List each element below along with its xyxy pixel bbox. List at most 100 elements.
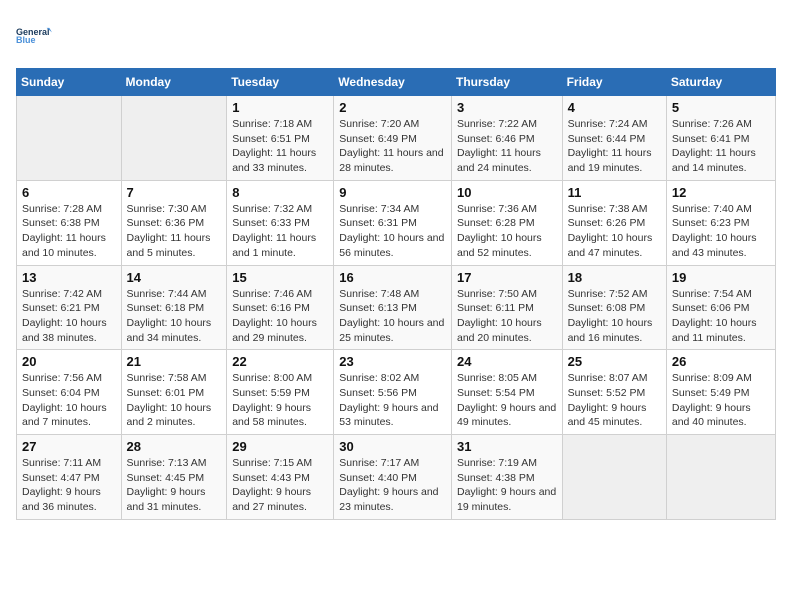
svg-text:Blue: Blue bbox=[16, 35, 36, 45]
day-info: Sunrise: 7:18 AMSunset: 6:51 PMDaylight:… bbox=[232, 117, 328, 176]
column-header-monday: Monday bbox=[121, 69, 227, 96]
column-header-saturday: Saturday bbox=[666, 69, 775, 96]
day-cell: 5 Sunrise: 7:26 AMSunset: 6:41 PMDaylight… bbox=[666, 96, 775, 181]
day-info: Sunrise: 8:00 AMSunset: 5:59 PMDaylight:… bbox=[232, 371, 328, 430]
day-cell: 3 Sunrise: 7:22 AMSunset: 6:46 PMDaylight… bbox=[451, 96, 562, 181]
day-info: Sunrise: 7:32 AMSunset: 6:33 PMDaylight:… bbox=[232, 202, 328, 261]
day-info: Sunrise: 7:48 AMSunset: 6:13 PMDaylight:… bbox=[339, 287, 446, 346]
day-number: 28 bbox=[127, 439, 222, 454]
day-number: 25 bbox=[568, 354, 661, 369]
page-header: General Blue bbox=[16, 16, 776, 56]
day-info: Sunrise: 7:44 AMSunset: 6:18 PMDaylight:… bbox=[127, 287, 222, 346]
day-cell: 11Sunrise: 7:38 AMSunset: 6:26 PMDayligh… bbox=[562, 180, 666, 265]
day-number: 11 bbox=[568, 185, 661, 200]
day-info: Sunrise: 7:11 AMSunset: 4:47 PMDaylight:… bbox=[22, 456, 116, 515]
day-cell: 16 Sunrise: 7:48 AMSunset: 6:13 PMDayligh… bbox=[334, 265, 452, 350]
day-number: 27 bbox=[22, 439, 116, 454]
day-number: 23 bbox=[339, 354, 446, 369]
day-number: 5 bbox=[672, 100, 770, 115]
day-info: Sunrise: 7:30 AMSunset: 6:36 PMDaylight:… bbox=[127, 202, 222, 261]
day-number: 16 bbox=[339, 270, 446, 285]
day-number: 31 bbox=[457, 439, 557, 454]
day-number: 9 bbox=[339, 185, 446, 200]
day-info: Sunrise: 7:34 AMSunset: 6:31 PMDaylight:… bbox=[339, 202, 446, 261]
week-row-5: 27 Sunrise: 7:11 AMSunset: 4:47 PMDayligh… bbox=[17, 435, 776, 520]
day-cell bbox=[666, 435, 775, 520]
day-number: 20 bbox=[22, 354, 116, 369]
header-row: SundayMondayTuesdayWednesdayThursdayFrid… bbox=[17, 69, 776, 96]
day-info: Sunrise: 7:36 AMSunset: 6:28 PMDaylight:… bbox=[457, 202, 557, 261]
day-info: Sunrise: 7:52 AMSunset: 6:08 PMDaylight:… bbox=[568, 287, 661, 346]
day-number: 6 bbox=[22, 185, 116, 200]
day-number: 8 bbox=[232, 185, 328, 200]
day-number: 24 bbox=[457, 354, 557, 369]
day-number: 14 bbox=[127, 270, 222, 285]
column-header-tuesday: Tuesday bbox=[227, 69, 334, 96]
day-cell: 18 Sunrise: 7:52 AMSunset: 6:08 PMDayligh… bbox=[562, 265, 666, 350]
day-number: 7 bbox=[127, 185, 222, 200]
day-cell: 12Sunrise: 7:40 AMSunset: 6:23 PMDayligh… bbox=[666, 180, 775, 265]
logo-svg: General Blue bbox=[16, 16, 52, 56]
day-cell bbox=[121, 96, 227, 181]
day-cell: 23 Sunrise: 8:02 AMSunset: 5:56 PMDayligh… bbox=[334, 350, 452, 435]
day-info: Sunrise: 8:09 AMSunset: 5:49 PMDaylight:… bbox=[672, 371, 770, 430]
day-cell: 1 Sunrise: 7:18 AMSunset: 6:51 PMDaylight… bbox=[227, 96, 334, 181]
day-cell: 25Sunrise: 8:07 AMSunset: 5:52 PMDayligh… bbox=[562, 350, 666, 435]
day-cell: 26 Sunrise: 8:09 AMSunset: 5:49 PMDayligh… bbox=[666, 350, 775, 435]
day-info: Sunrise: 7:56 AMSunset: 6:04 PMDaylight:… bbox=[22, 371, 116, 430]
day-info: Sunrise: 7:15 AMSunset: 4:43 PMDaylight:… bbox=[232, 456, 328, 515]
day-number: 30 bbox=[339, 439, 446, 454]
day-info: Sunrise: 7:54 AMSunset: 6:06 PMDaylight:… bbox=[672, 287, 770, 346]
week-row-3: 13 Sunrise: 7:42 AMSunset: 6:21 PMDayligh… bbox=[17, 265, 776, 350]
day-cell bbox=[17, 96, 122, 181]
week-row-4: 20 Sunrise: 7:56 AMSunset: 6:04 PMDayligh… bbox=[17, 350, 776, 435]
day-number: 1 bbox=[232, 100, 328, 115]
day-cell: 22 Sunrise: 8:00 AMSunset: 5:59 PMDayligh… bbox=[227, 350, 334, 435]
day-cell: 15 Sunrise: 7:46 AMSunset: 6:16 PMDayligh… bbox=[227, 265, 334, 350]
day-number: 26 bbox=[672, 354, 770, 369]
calendar-table: SundayMondayTuesdayWednesdayThursdayFrid… bbox=[16, 68, 776, 520]
day-cell: 27 Sunrise: 7:11 AMSunset: 4:47 PMDayligh… bbox=[17, 435, 122, 520]
day-number: 19 bbox=[672, 270, 770, 285]
day-number: 22 bbox=[232, 354, 328, 369]
column-header-friday: Friday bbox=[562, 69, 666, 96]
week-row-1: 1 Sunrise: 7:18 AMSunset: 6:51 PMDaylight… bbox=[17, 96, 776, 181]
day-number: 10 bbox=[457, 185, 557, 200]
day-info: Sunrise: 7:22 AMSunset: 6:46 PMDaylight:… bbox=[457, 117, 557, 176]
day-cell: 2Sunrise: 7:20 AMSunset: 6:49 PMDaylight… bbox=[334, 96, 452, 181]
day-cell: 24 Sunrise: 8:05 AMSunset: 5:54 PMDayligh… bbox=[451, 350, 562, 435]
day-number: 4 bbox=[568, 100, 661, 115]
day-cell: 19 Sunrise: 7:54 AMSunset: 6:06 PMDayligh… bbox=[666, 265, 775, 350]
day-info: Sunrise: 8:05 AMSunset: 5:54 PMDaylight:… bbox=[457, 371, 557, 430]
day-info: Sunrise: 7:26 AMSunset: 6:41 PMDaylight:… bbox=[672, 117, 770, 176]
day-cell: 20 Sunrise: 7:56 AMSunset: 6:04 PMDayligh… bbox=[17, 350, 122, 435]
day-info: Sunrise: 7:50 AMSunset: 6:11 PMDaylight:… bbox=[457, 287, 557, 346]
column-header-sunday: Sunday bbox=[17, 69, 122, 96]
day-number: 13 bbox=[22, 270, 116, 285]
day-info: Sunrise: 7:28 AMSunset: 6:38 PMDaylight:… bbox=[22, 202, 116, 261]
day-number: 18 bbox=[568, 270, 661, 285]
column-header-wednesday: Wednesday bbox=[334, 69, 452, 96]
day-info: Sunrise: 7:58 AMSunset: 6:01 PMDaylight:… bbox=[127, 371, 222, 430]
week-row-2: 6 Sunrise: 7:28 AMSunset: 6:38 PMDaylight… bbox=[17, 180, 776, 265]
day-cell: 10 Sunrise: 7:36 AMSunset: 6:28 PMDayligh… bbox=[451, 180, 562, 265]
day-info: Sunrise: 7:42 AMSunset: 6:21 PMDaylight:… bbox=[22, 287, 116, 346]
day-info: Sunrise: 8:02 AMSunset: 5:56 PMDaylight:… bbox=[339, 371, 446, 430]
day-cell: 7 Sunrise: 7:30 AMSunset: 6:36 PMDaylight… bbox=[121, 180, 227, 265]
day-cell: 14 Sunrise: 7:44 AMSunset: 6:18 PMDayligh… bbox=[121, 265, 227, 350]
day-info: Sunrise: 7:46 AMSunset: 6:16 PMDaylight:… bbox=[232, 287, 328, 346]
day-number: 3 bbox=[457, 100, 557, 115]
day-cell: 9 Sunrise: 7:34 AMSunset: 6:31 PMDaylight… bbox=[334, 180, 452, 265]
day-info: Sunrise: 7:17 AMSunset: 4:40 PMDaylight:… bbox=[339, 456, 446, 515]
day-cell: 29 Sunrise: 7:15 AMSunset: 4:43 PMDayligh… bbox=[227, 435, 334, 520]
day-number: 29 bbox=[232, 439, 328, 454]
day-number: 21 bbox=[127, 354, 222, 369]
day-cell: 30 Sunrise: 7:17 AMSunset: 4:40 PMDayligh… bbox=[334, 435, 452, 520]
day-cell bbox=[562, 435, 666, 520]
day-info: Sunrise: 7:19 AMSunset: 4:38 PMDaylight:… bbox=[457, 456, 557, 515]
day-cell: 4Sunrise: 7:24 AMSunset: 6:44 PMDaylight… bbox=[562, 96, 666, 181]
day-cell: 13 Sunrise: 7:42 AMSunset: 6:21 PMDayligh… bbox=[17, 265, 122, 350]
day-number: 15 bbox=[232, 270, 328, 285]
day-number: 12 bbox=[672, 185, 770, 200]
day-info: Sunrise: 7:20 AMSunset: 6:49 PMDaylight:… bbox=[339, 117, 446, 176]
